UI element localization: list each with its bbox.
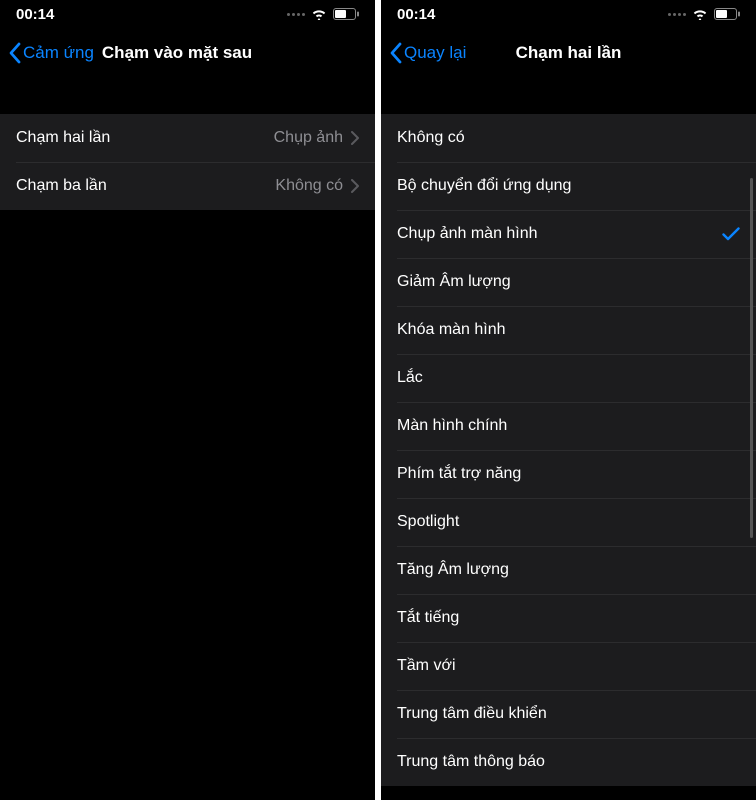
option-label: Spotlight (397, 513, 459, 531)
option-label: Không có (397, 129, 465, 147)
checkmark-icon (722, 227, 740, 241)
options-list: Không có Bộ chuyển đổi ứng dụng Chụp ảnh m… (381, 114, 756, 786)
cellular-dots-icon (668, 13, 686, 16)
option-label: Phím tắt trợ năng (397, 465, 521, 483)
spacer (0, 78, 375, 114)
chevron-right-icon (351, 131, 359, 145)
screen-double-tap-options: 00:14 Quay lại Chạm hai lần Không có Bộ c… (381, 0, 756, 800)
row-label: Chạm hai lần (16, 129, 110, 147)
option-row[interactable]: Tầm với (381, 642, 756, 690)
settings-list: Chạm hai lần Chụp ảnh Chạm ba lần Không … (0, 114, 375, 210)
option-row[interactable]: Trung tâm điều khiển (381, 690, 756, 738)
page-title: Chạm hai lần (516, 43, 622, 63)
cellular-dots-icon (287, 13, 305, 16)
option-label: Tầm với (397, 657, 456, 675)
row-label: Chạm ba lần (16, 177, 107, 195)
option-label: Giảm Âm lượng (397, 273, 511, 291)
option-label: Khóa màn hình (397, 321, 506, 339)
nav-bar: Cảm ứng Chạm vào mặt sau (0, 28, 375, 78)
option-row[interactable]: Bộ chuyển đổi ứng dụng (381, 162, 756, 210)
row-double-tap[interactable]: Chạm hai lần Chụp ảnh (0, 114, 375, 162)
back-button[interactable]: Quay lại (389, 42, 466, 64)
wifi-icon (692, 8, 708, 20)
row-value: Chụp ảnh (274, 129, 359, 147)
chevron-left-icon (8, 42, 21, 64)
option-label: Bộ chuyển đổi ứng dụng (397, 177, 571, 195)
status-time: 00:14 (16, 6, 54, 23)
option-row[interactable]: Spotlight (381, 498, 756, 546)
battery-icon (714, 8, 740, 20)
option-label: Chụp ảnh màn hình (397, 225, 538, 243)
row-triple-tap[interactable]: Chạm ba lần Không có (0, 162, 375, 210)
option-row[interactable]: Phím tắt trợ năng (381, 450, 756, 498)
content-area: Chạm hai lần Chụp ảnh Chạm ba lần Không … (0, 78, 375, 800)
option-row[interactable]: Khóa màn hình (381, 306, 756, 354)
status-icons (287, 8, 359, 20)
option-row[interactable]: Chụp ảnh màn hình (381, 210, 756, 258)
status-bar: 00:14 (0, 0, 375, 28)
status-time: 00:14 (397, 6, 435, 23)
option-row[interactable]: Tăng Âm lượng (381, 546, 756, 594)
back-label: Cảm ứng (23, 43, 94, 63)
screen-back-tap: 00:14 Cảm ứng Chạm vào mặt sau Chạm hai … (0, 0, 375, 800)
back-button[interactable]: Cảm ứng (8, 42, 94, 64)
option-label: Tắt tiếng (397, 609, 459, 627)
back-label: Quay lại (404, 43, 466, 63)
spacer (381, 78, 756, 114)
chevron-right-icon (351, 179, 359, 193)
option-label: Trung tâm điều khiển (397, 705, 547, 723)
option-row[interactable]: Tắt tiếng (381, 594, 756, 642)
wifi-icon (311, 8, 327, 20)
row-value: Không có (275, 177, 359, 195)
chevron-left-icon (389, 42, 402, 64)
option-row[interactable]: Lắc (381, 354, 756, 402)
battery-icon (333, 8, 359, 20)
option-label: Trung tâm thông báo (397, 753, 545, 771)
page-title: Chạm vào mặt sau (102, 43, 252, 63)
option-row[interactable]: Trung tâm thông báo (381, 738, 756, 786)
content-area: Không có Bộ chuyển đổi ứng dụng Chụp ảnh m… (381, 78, 756, 800)
option-row[interactable]: Màn hình chính (381, 402, 756, 450)
option-row[interactable]: Giảm Âm lượng (381, 258, 756, 306)
status-bar: 00:14 (381, 0, 756, 28)
status-icons (668, 8, 740, 20)
option-label: Tăng Âm lượng (397, 561, 509, 579)
scroll-indicator[interactable] (750, 178, 753, 538)
option-label: Màn hình chính (397, 417, 507, 435)
option-label: Lắc (397, 369, 423, 387)
nav-bar: Quay lại Chạm hai lần (381, 28, 756, 78)
option-row[interactable]: Không có (381, 114, 756, 162)
